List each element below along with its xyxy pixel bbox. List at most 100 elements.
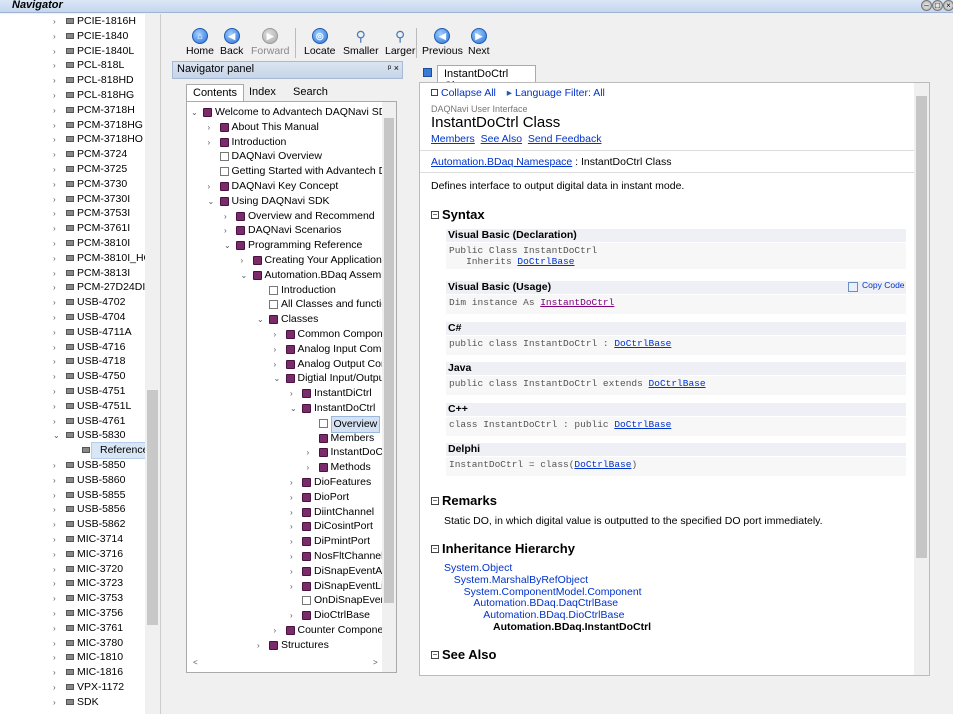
chevron-right-icon[interactable]: › xyxy=(53,532,63,547)
contents-tree-item[interactable]: Overview xyxy=(187,415,387,433)
chevron-right-icon[interactable]: › xyxy=(290,505,300,520)
device-tree-item[interactable]: › PCM-3810I xyxy=(0,236,150,251)
contents-tree-item[interactable]: DAQNavi Overview xyxy=(187,149,387,164)
contents-tree-item[interactable]: › DiintChannel xyxy=(187,505,387,520)
inheritance-item[interactable]: System.MarshalByRefObject xyxy=(454,574,588,586)
contents-tree-item[interactable]: › DAQNavi Scenarios xyxy=(187,223,387,238)
chevron-right-icon[interactable]: › xyxy=(53,621,63,636)
contents-tree-item[interactable]: › Common Componen xyxy=(187,327,395,342)
contents-tree-item[interactable]: › Introduction xyxy=(187,135,387,150)
chevron-right-icon[interactable]: › xyxy=(53,369,63,384)
contents-tree-item[interactable]: › Structures xyxy=(187,638,387,653)
chevron-right-icon[interactable]: › xyxy=(224,223,234,238)
chevron-down-icon[interactable]: ⌄ xyxy=(241,268,251,283)
contents-tree-item[interactable]: › Methods xyxy=(187,460,387,475)
device-tree-item[interactable]: › MIC-3753 xyxy=(0,591,150,606)
inheritance-item[interactable]: System.Object xyxy=(444,562,512,574)
locate-button[interactable]: ◎ Locate xyxy=(304,28,336,57)
chevron-right-icon[interactable]: › xyxy=(208,179,218,194)
inheritance-heading[interactable]: Inheritance Hierarchy xyxy=(442,541,575,556)
chevron-right-icon[interactable]: › xyxy=(290,579,300,594)
device-tree-item[interactable]: › USB-4761 xyxy=(0,414,150,429)
contents-tree-item[interactable]: › InstantDoCt xyxy=(187,445,387,460)
device-tree-item[interactable]: › VPX-1172 xyxy=(0,680,150,695)
chevron-right-icon[interactable]: › xyxy=(274,342,284,357)
contents-tree-item[interactable]: › DiSnapEventArg xyxy=(187,564,392,579)
chevron-right-icon[interactable]: › xyxy=(53,591,63,606)
contents-tree-item[interactable]: › DiSnapEventList xyxy=(187,579,392,594)
chevron-right-icon[interactable]: › xyxy=(53,29,63,44)
chevron-right-icon[interactable]: › xyxy=(53,399,63,414)
device-tree-item[interactable]: › USB-5862 xyxy=(0,517,150,532)
chevron-right-icon[interactable]: › xyxy=(53,325,63,340)
chevron-down-icon[interactable]: ⌄ xyxy=(208,194,218,209)
contents-tree-item[interactable]: › DiPmintPort xyxy=(187,534,387,549)
chevron-down-icon[interactable]: ⌄ xyxy=(290,401,300,416)
chevron-right-icon[interactable]: › xyxy=(53,606,63,621)
device-tree-item[interactable]: › USB-5850 xyxy=(0,458,150,473)
document-scroll-thumb[interactable] xyxy=(916,96,927,558)
chevron-right-icon[interactable]: › xyxy=(53,310,63,325)
contents-tree-item[interactable]: › DioFeatures xyxy=(187,475,387,490)
chevron-right-icon[interactable]: › xyxy=(53,177,63,192)
chevron-down-icon[interactable]: ⌄ xyxy=(274,371,284,386)
chevron-right-icon[interactable]: › xyxy=(53,473,63,488)
chevron-right-icon[interactable]: › xyxy=(241,253,251,268)
contents-tree-item[interactable]: ⌄ Digtial Input/Output xyxy=(187,371,388,386)
namespace-link[interactable]: Automation.BDaq Namespace xyxy=(431,156,572,168)
copy-code-icon[interactable] xyxy=(848,282,858,292)
contents-tree-item[interactable]: ⌄ Using DAQNavi SDK xyxy=(187,194,387,209)
device-tree-item[interactable]: › MIC-1810 xyxy=(0,650,150,665)
inheritance-item[interactable]: Automation.BDaq.DioCtrlBase xyxy=(483,609,624,621)
device-tree-item[interactable]: › PCIE-1816H xyxy=(0,14,150,29)
chevron-right-icon[interactable]: › xyxy=(53,58,63,73)
device-tree-item[interactable]: › MIC-3716 xyxy=(0,547,150,562)
device-tree-item[interactable]: › USB-4704 xyxy=(0,310,150,325)
chevron-right-icon[interactable]: › xyxy=(53,354,63,369)
device-tree-item[interactable]: › PCM-3725 xyxy=(0,162,150,177)
chevron-right-icon[interactable]: › xyxy=(53,147,63,162)
chevron-right-icon[interactable]: › xyxy=(53,502,63,517)
device-tree-item[interactable]: › PCM-3753I xyxy=(0,206,150,221)
device-tree-item[interactable]: › MIC-3720 xyxy=(0,562,150,577)
chevron-right-icon[interactable]: › xyxy=(208,120,218,135)
device-tree-item[interactable]: › USB-5860 xyxy=(0,473,150,488)
contents-tree-item[interactable]: › Analog Output Com xyxy=(187,357,390,372)
chevron-right-icon[interactable]: › xyxy=(53,695,63,710)
chevron-right-icon[interactable]: › xyxy=(53,14,63,29)
device-tree-item[interactable]: ⌄ USB-5830 xyxy=(0,428,150,443)
chevron-right-icon[interactable]: › xyxy=(290,549,300,564)
chevron-right-icon[interactable]: › xyxy=(53,680,63,695)
inheritance-item[interactable]: Automation.BDaq.DaqCtrlBase xyxy=(473,597,618,609)
chevron-right-icon[interactable]: › xyxy=(53,236,63,251)
chevron-right-icon[interactable]: › xyxy=(53,221,63,236)
contents-tree-item[interactable]: › DAQNavi Key Concept xyxy=(187,179,387,194)
chevron-right-icon[interactable]: › xyxy=(53,414,63,429)
next-button[interactable]: ▶ Next xyxy=(468,28,490,57)
device-tree-item[interactable]: › MIC-3761 xyxy=(0,621,150,636)
chevron-down-icon[interactable]: ⌄ xyxy=(257,312,267,327)
contents-tree-item[interactable]: ⌄ Welcome to Advantech DAQNavi SDK xyxy=(187,105,393,120)
chevron-right-icon[interactable]: › xyxy=(53,636,63,651)
device-tree-item[interactable]: › PCL-818HD xyxy=(0,73,150,88)
inheritance-item[interactable]: System.ComponentModel.Component xyxy=(464,586,642,598)
syntax-heading[interactable]: Syntax xyxy=(442,207,485,222)
device-tree-item[interactable]: › PCM-3730I xyxy=(0,192,150,207)
device-tree-scroll-thumb[interactable] xyxy=(147,390,158,625)
code-type-link[interactable]: DoCtrlBase xyxy=(614,419,671,430)
forward-button[interactable]: ▶ Forward xyxy=(251,28,290,57)
see-also-collapse-icon[interactable]: − xyxy=(431,651,439,659)
tab-index[interactable]: Index xyxy=(243,84,282,101)
chevron-right-icon[interactable]: › xyxy=(274,623,284,638)
chevron-right-icon[interactable]: › xyxy=(53,547,63,562)
chevron-right-icon[interactable]: › xyxy=(53,517,63,532)
chevron-right-icon[interactable]: › xyxy=(53,118,63,133)
device-tree-item[interactable]: › PCM-3718HG xyxy=(0,118,150,133)
chevron-right-icon[interactable]: › xyxy=(53,384,63,399)
contents-tree-item[interactable]: › Analog Input Comp xyxy=(187,342,388,357)
device-tree-item[interactable]: › SDK xyxy=(0,695,150,710)
see-also-link[interactable]: See Also xyxy=(481,133,522,145)
device-tree-item[interactable]: › PCIE-1840L xyxy=(0,44,150,59)
code-type-link[interactable]: DoCtrlBase xyxy=(614,338,671,349)
contents-tree-item[interactable]: › NosFltChannel xyxy=(187,549,387,564)
